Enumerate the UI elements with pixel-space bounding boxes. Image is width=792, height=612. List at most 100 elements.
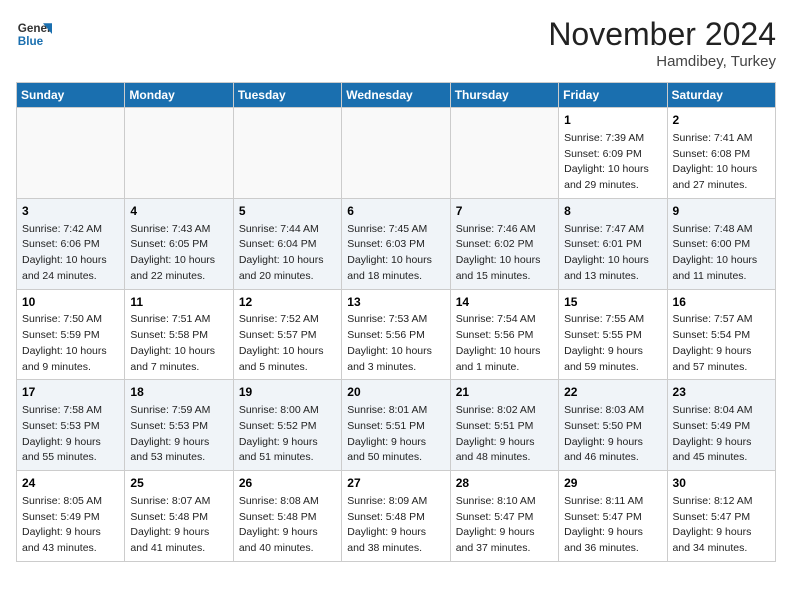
day-info: Sunrise: 7:41 AM Sunset: 6:08 PM Dayligh…	[673, 131, 770, 194]
calendar-cell: 28 Sunrise: 8:10 AM Sunset: 5:47 PM Dayli…	[450, 471, 558, 562]
day-number: 26	[239, 475, 336, 492]
calendar-cell: 24 Sunrise: 8:05 AM Sunset: 5:49 PM Dayli…	[17, 471, 125, 562]
calendar-cell	[233, 108, 341, 199]
day-number: 21	[456, 384, 553, 401]
calendar-week-row: 10Sunrise: 7:50 AM Sunset: 5:59 PM Dayli…	[17, 289, 776, 380]
day-info: Sunrise: 7:46 AM Sunset: 6:02 PM Dayligh…	[456, 222, 553, 285]
calendar-cell: 23 Sunrise: 8:04 AM Sunset: 5:49 PM Dayli…	[667, 380, 775, 471]
day-info: Sunrise: 7:52 AM Sunset: 5:57 PM Dayligh…	[239, 312, 336, 375]
day-number: 1	[564, 112, 661, 129]
day-info: Sunrise: 8:07 AM Sunset: 5:48 PM Dayligh…	[130, 494, 227, 557]
calendar-cell	[125, 108, 233, 199]
calendar-cell: 21 Sunrise: 8:02 AM Sunset: 5:51 PM Dayli…	[450, 380, 558, 471]
day-info: Sunrise: 7:47 AM Sunset: 6:01 PM Dayligh…	[564, 222, 661, 285]
day-number: 22	[564, 384, 661, 401]
calendar-week-row: 3 Sunrise: 7:42 AM Sunset: 6:06 PM Daylig…	[17, 198, 776, 289]
day-number: 10	[22, 294, 119, 311]
calendar-cell: 4Sunrise: 7:43 AM Sunset: 6:05 PM Daylig…	[125, 198, 233, 289]
calendar-week-row: 1 Sunrise: 7:39 AM Sunset: 6:09 PM Daylig…	[17, 108, 776, 199]
calendar-cell: 30 Sunrise: 8:12 AM Sunset: 5:47 PM Dayli…	[667, 471, 775, 562]
location: Hamdibey, Turkey	[548, 53, 776, 70]
calendar-cell: 25 Sunrise: 8:07 AM Sunset: 5:48 PM Dayli…	[125, 471, 233, 562]
calendar-cell: 6 Sunrise: 7:45 AM Sunset: 6:03 PM Daylig…	[342, 198, 450, 289]
calendar-cell	[17, 108, 125, 199]
calendar-table: SundayMondayTuesdayWednesdayThursdayFrid…	[16, 82, 776, 562]
day-info: Sunrise: 8:05 AM Sunset: 5:49 PM Dayligh…	[22, 494, 119, 557]
calendar-day-header: Wednesday	[342, 83, 450, 108]
day-info: Sunrise: 8:00 AM Sunset: 5:52 PM Dayligh…	[239, 403, 336, 466]
calendar-cell: 2 Sunrise: 7:41 AM Sunset: 6:08 PM Daylig…	[667, 108, 775, 199]
day-info: Sunrise: 7:45 AM Sunset: 6:03 PM Dayligh…	[347, 222, 444, 285]
calendar-day-header: Friday	[559, 83, 667, 108]
calendar-cell	[450, 108, 558, 199]
day-info: Sunrise: 7:58 AM Sunset: 5:53 PM Dayligh…	[22, 403, 119, 466]
calendar-cell: 27Sunrise: 8:09 AM Sunset: 5:48 PM Dayli…	[342, 471, 450, 562]
day-number: 12	[239, 294, 336, 311]
calendar-week-row: 24 Sunrise: 8:05 AM Sunset: 5:49 PM Dayli…	[17, 471, 776, 562]
day-info: Sunrise: 7:39 AM Sunset: 6:09 PM Dayligh…	[564, 131, 661, 194]
calendar-cell: 8 Sunrise: 7:47 AM Sunset: 6:01 PM Daylig…	[559, 198, 667, 289]
day-number: 30	[673, 475, 770, 492]
calendar-day-header: Sunday	[17, 83, 125, 108]
day-info: Sunrise: 7:51 AM Sunset: 5:58 PM Dayligh…	[130, 312, 227, 375]
day-info: Sunrise: 8:12 AM Sunset: 5:47 PM Dayligh…	[673, 494, 770, 557]
calendar-cell	[342, 108, 450, 199]
calendar-cell: 12Sunrise: 7:52 AM Sunset: 5:57 PM Dayli…	[233, 289, 341, 380]
day-info: Sunrise: 8:10 AM Sunset: 5:47 PM Dayligh…	[456, 494, 553, 557]
calendar-cell: 29Sunrise: 8:11 AM Sunset: 5:47 PM Dayli…	[559, 471, 667, 562]
day-info: Sunrise: 8:04 AM Sunset: 5:49 PM Dayligh…	[673, 403, 770, 466]
month-title: November 2024	[548, 16, 776, 53]
calendar-cell: 14Sunrise: 7:54 AM Sunset: 5:56 PM Dayli…	[450, 289, 558, 380]
day-number: 25	[130, 475, 227, 492]
day-number: 17	[22, 384, 119, 401]
calendar-cell: 22 Sunrise: 8:03 AM Sunset: 5:50 PM Dayli…	[559, 380, 667, 471]
calendar-cell: 13Sunrise: 7:53 AM Sunset: 5:56 PM Dayli…	[342, 289, 450, 380]
day-number: 18	[130, 384, 227, 401]
day-number: 23	[673, 384, 770, 401]
day-info: Sunrise: 8:03 AM Sunset: 5:50 PM Dayligh…	[564, 403, 661, 466]
day-info: Sunrise: 7:42 AM Sunset: 6:06 PM Dayligh…	[22, 222, 119, 285]
logo: General Blue	[16, 16, 52, 52]
calendar-cell: 1 Sunrise: 7:39 AM Sunset: 6:09 PM Daylig…	[559, 108, 667, 199]
day-number: 11	[130, 294, 227, 311]
day-number: 29	[564, 475, 661, 492]
day-info: Sunrise: 8:01 AM Sunset: 5:51 PM Dayligh…	[347, 403, 444, 466]
day-info: Sunrise: 7:59 AM Sunset: 5:53 PM Dayligh…	[130, 403, 227, 466]
calendar-cell: 20Sunrise: 8:01 AM Sunset: 5:51 PM Dayli…	[342, 380, 450, 471]
calendar-header-row: SundayMondayTuesdayWednesdayThursdayFrid…	[17, 83, 776, 108]
calendar-day-header: Monday	[125, 83, 233, 108]
day-info: Sunrise: 8:09 AM Sunset: 5:48 PM Dayligh…	[347, 494, 444, 557]
day-number: 19	[239, 384, 336, 401]
calendar-cell: 10Sunrise: 7:50 AM Sunset: 5:59 PM Dayli…	[17, 289, 125, 380]
day-info: Sunrise: 8:02 AM Sunset: 5:51 PM Dayligh…	[456, 403, 553, 466]
svg-text:Blue: Blue	[18, 35, 44, 48]
day-number: 4	[130, 203, 227, 220]
calendar-day-header: Tuesday	[233, 83, 341, 108]
day-number: 2	[673, 112, 770, 129]
title-block: November 2024 Hamdibey, Turkey	[548, 16, 776, 70]
logo-icon: General Blue	[16, 16, 52, 52]
calendar-cell: 17 Sunrise: 7:58 AM Sunset: 5:53 PM Dayli…	[17, 380, 125, 471]
day-number: 14	[456, 294, 553, 311]
calendar-cell: 9 Sunrise: 7:48 AM Sunset: 6:00 PM Daylig…	[667, 198, 775, 289]
day-number: 3	[22, 203, 119, 220]
day-info: Sunrise: 8:08 AM Sunset: 5:48 PM Dayligh…	[239, 494, 336, 557]
day-number: 8	[564, 203, 661, 220]
day-number: 28	[456, 475, 553, 492]
calendar-cell: 7Sunrise: 7:46 AM Sunset: 6:02 PM Daylig…	[450, 198, 558, 289]
calendar-cell: 15Sunrise: 7:55 AM Sunset: 5:55 PM Dayli…	[559, 289, 667, 380]
calendar-cell: 19 Sunrise: 8:00 AM Sunset: 5:52 PM Dayli…	[233, 380, 341, 471]
calendar-cell: 26 Sunrise: 8:08 AM Sunset: 5:48 PM Dayli…	[233, 471, 341, 562]
calendar-cell: 11Sunrise: 7:51 AM Sunset: 5:58 PM Dayli…	[125, 289, 233, 380]
day-number: 6	[347, 203, 444, 220]
day-info: Sunrise: 7:57 AM Sunset: 5:54 PM Dayligh…	[673, 312, 770, 375]
day-info: Sunrise: 7:44 AM Sunset: 6:04 PM Dayligh…	[239, 222, 336, 285]
day-number: 24	[22, 475, 119, 492]
calendar-week-row: 17 Sunrise: 7:58 AM Sunset: 5:53 PM Dayli…	[17, 380, 776, 471]
calendar-cell: 5Sunrise: 7:44 AM Sunset: 6:04 PM Daylig…	[233, 198, 341, 289]
page-header: General Blue November 2024 Hamdibey, Tur…	[16, 16, 776, 70]
day-info: Sunrise: 7:48 AM Sunset: 6:00 PM Dayligh…	[673, 222, 770, 285]
calendar-day-header: Thursday	[450, 83, 558, 108]
day-number: 15	[564, 294, 661, 311]
day-number: 9	[673, 203, 770, 220]
